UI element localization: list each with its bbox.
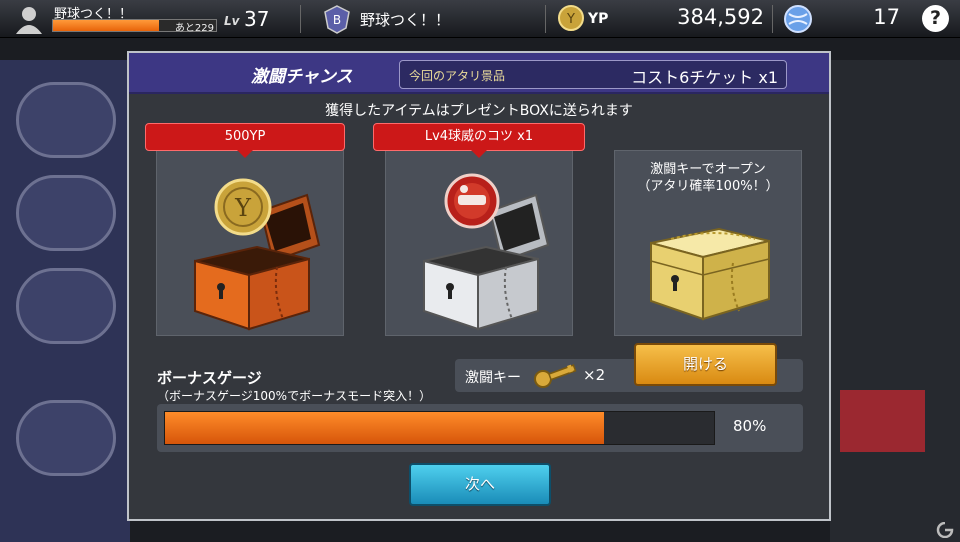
bonus-gauge-panel: 80%	[157, 404, 803, 452]
exp-remaining-text: あと229	[174, 23, 214, 34]
club-emblem-icon[interactable]: B	[322, 4, 352, 34]
side-menu-button	[16, 175, 116, 251]
reward-tag-2: Lv4球威のコツ x1	[373, 123, 585, 158]
key-icon	[533, 361, 579, 391]
orange-chest-icon: Y	[194, 178, 321, 331]
reward-tag-text: 500YP	[224, 129, 266, 144]
dialog-title: 激闘チャンス	[251, 67, 353, 87]
reward-card-3: 激闘キーでオープン （アタリ確率100%！）	[614, 150, 802, 336]
level-label: Lv	[224, 14, 240, 28]
svg-text:B: B	[333, 13, 341, 27]
side-menu-background	[0, 60, 130, 542]
locked-card-line: （アタリ確率100%！）	[637, 179, 779, 194]
top-status-bar: 野球つく！！ あと229 Lv 37 B 野球つく！！ Y YP 384,592…	[0, 0, 960, 38]
reward-card-2	[385, 150, 573, 336]
prize-value: コスト6チケット x1	[631, 68, 778, 87]
exp-progress-fill	[53, 20, 159, 31]
bonus-gauge-percent: 80%	[733, 417, 767, 435]
prize-info-box: 今回のアタリ景品 コスト6チケット x1	[399, 60, 787, 89]
divider	[772, 5, 773, 33]
help-button[interactable]: ?	[922, 5, 949, 32]
key-label: 激闘キー	[465, 370, 521, 386]
site-watermark-icon	[936, 521, 954, 539]
tag-pointer	[237, 150, 253, 158]
level-value: 37	[244, 7, 270, 31]
currency-amount: 384,592	[677, 5, 764, 29]
next-button[interactable]: 次へ	[409, 463, 551, 506]
side-menu-button	[16, 82, 116, 158]
gekito-chance-dialog: 激闘チャンス 今回のアタリ景品 コスト6チケット x1 獲得したアイテムはプレゼ…	[127, 51, 831, 521]
background-panel	[830, 60, 960, 542]
background-panel	[840, 390, 925, 452]
bonus-gauge-subtitle: （ボーナスゲージ100%でボーナスモード突入！）	[157, 389, 432, 403]
notice-text: 獲得したアイテムはプレゼントBOXに送られます	[325, 103, 633, 119]
reward-tag-text: Lv4球威のコツ x1	[424, 129, 534, 144]
currency-label: YP	[588, 11, 609, 27]
reward-card-1: Y	[156, 150, 344, 336]
locked-card-text: 激闘キーでオープン （アタリ確率100%！）	[615, 161, 801, 195]
locked-card-line: 激闘キーでオープン	[650, 162, 766, 177]
club-name: 野球つく！！	[360, 11, 451, 29]
avatar-icon[interactable]	[14, 4, 44, 34]
silver-chest-icon	[423, 173, 550, 331]
ball-icon	[783, 4, 813, 34]
svg-text:Y: Y	[566, 12, 575, 27]
side-menu-button	[16, 400, 116, 476]
ball-count: 17	[873, 5, 900, 29]
bonus-gauge-track	[164, 411, 715, 445]
exp-progress-bar: あと229	[52, 19, 217, 34]
prize-label: 今回のアタリ景品	[409, 69, 506, 83]
side-menu-button	[16, 268, 116, 344]
key-count: ×2	[583, 366, 606, 384]
bonus-gauge-fill	[165, 412, 605, 444]
bonus-gauge-title: ボーナスゲージ	[157, 369, 262, 387]
reward-tag-1: 500YP	[145, 123, 345, 158]
divider	[545, 5, 546, 33]
divider	[300, 5, 301, 33]
dialog-header: 激闘チャンス 今回のアタリ景品 コスト6チケット x1	[129, 53, 829, 94]
yp-coin-icon: Y	[557, 4, 585, 32]
open-button[interactable]: 開ける	[634, 343, 777, 386]
svg-text:Y: Y	[234, 194, 252, 222]
tag-pointer	[471, 150, 487, 158]
